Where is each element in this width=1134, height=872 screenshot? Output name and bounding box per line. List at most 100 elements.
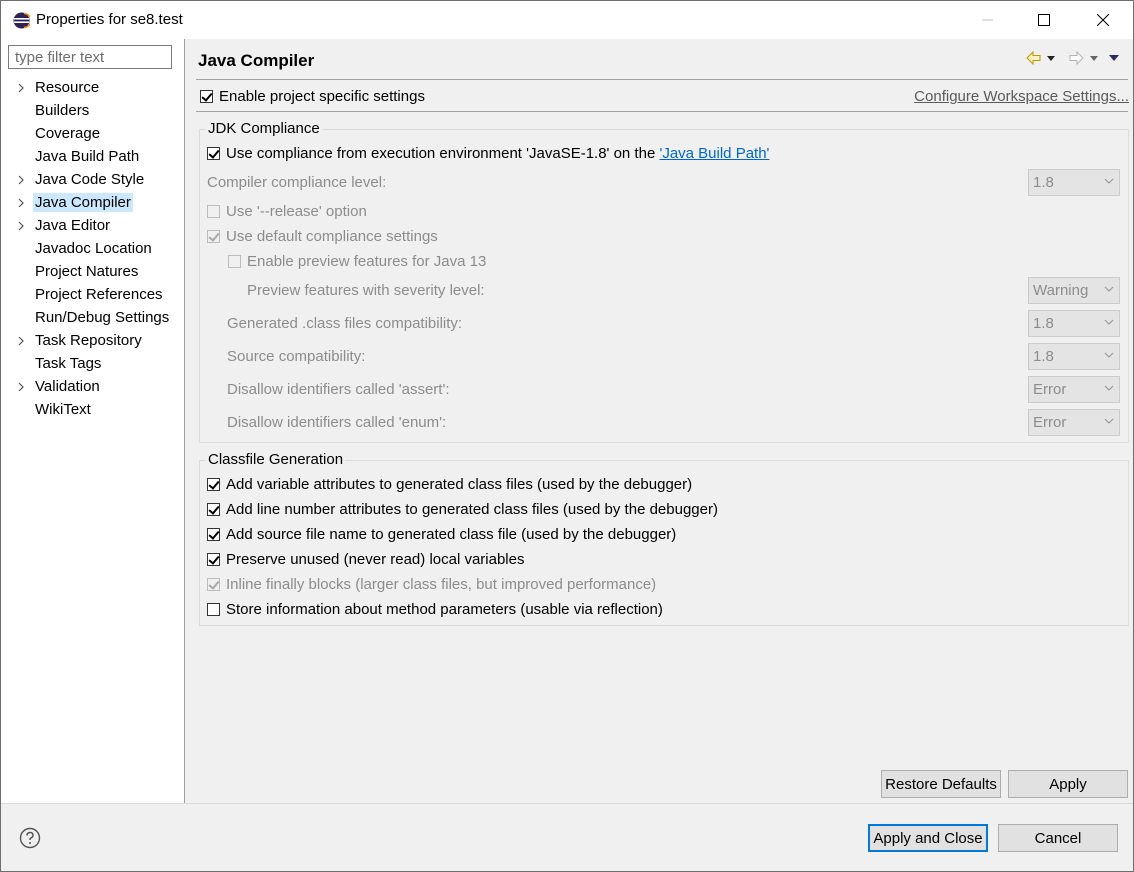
cancel-button[interactable]: Cancel <box>998 824 1118 852</box>
properties-dialog: Properties for se8.test Resource Builder… <box>0 0 1134 872</box>
tree-item-label: Java Editor <box>35 217 111 234</box>
close-button[interactable] <box>1080 1 1126 39</box>
tree-item-label: Project Natures <box>35 263 139 280</box>
java-build-path-link[interactable]: 'Java Build Path' <box>659 145 769 162</box>
configure-workspace-link[interactable]: Configure Workspace Settings... <box>914 88 1129 105</box>
generated-compat-label: Generated .class files compatibility: <box>227 315 463 332</box>
classfile-generation-title: Classfile Generation <box>206 451 346 468</box>
chevron-down-icon <box>1104 286 1114 292</box>
preserve-unused-label: Preserve unused (never read) local varia… <box>226 551 525 568</box>
chevron-down-icon <box>1104 319 1114 325</box>
variable-attributes-label: Add variable attributes to generated cla… <box>226 476 693 493</box>
use-compliance-label: Use compliance from execution environmen… <box>226 145 769 162</box>
enum-identifier-combo[interactable]: Error <box>1028 409 1120 436</box>
filter-input[interactable] <box>8 45 172 69</box>
generated-compat-combo[interactable]: 1.8 <box>1028 310 1120 337</box>
line-number-attributes-label: Add line number attributes to generated … <box>226 501 718 518</box>
tree-item-java-code-style[interactable]: Java Code Style <box>1 169 184 192</box>
navigation-arrows <box>1026 50 1119 66</box>
tree-item-java-compiler[interactable]: Java Compiler <box>1 192 184 215</box>
view-menu-icon[interactable] <box>1109 55 1119 61</box>
preview-severity-label: Preview features with severity level: <box>247 282 485 299</box>
forward-menu-icon[interactable] <box>1090 56 1098 61</box>
chevron-right-icon[interactable] <box>16 336 26 346</box>
enable-preview-checkbox[interactable] <box>228 255 241 268</box>
dialog-footer: Apply and Close Cancel <box>1 803 1133 871</box>
preserve-unused-checkbox[interactable] <box>207 553 220 566</box>
restore-defaults-button[interactable]: Restore Defaults <box>881 770 1001 798</box>
tree-item-label: Run/Debug Settings <box>35 309 170 326</box>
combo-value: Warning <box>1033 282 1089 299</box>
sidebar: Resource Builders Coverage Java Build Pa… <box>1 39 185 803</box>
variable-attributes-checkbox[interactable] <box>207 478 220 491</box>
enum-identifier-label: Disallow identifiers called 'enum': <box>227 414 447 431</box>
tree-item-label: Project References <box>35 286 163 303</box>
combo-value: Error <box>1033 414 1067 431</box>
main-panel: Java Compiler Enable project specific se… <box>185 39 1133 803</box>
close-icon <box>1097 14 1109 26</box>
page-title: Java Compiler <box>198 51 315 70</box>
use-compliance-checkbox[interactable] <box>207 147 220 160</box>
tree-item-task-tags[interactable]: Task Tags <box>1 353 184 376</box>
release-option-checkbox[interactable] <box>207 205 220 218</box>
apply-and-close-button[interactable]: Apply and Close <box>868 824 988 852</box>
chevron-right-icon[interactable] <box>16 83 26 93</box>
tree-item-label: Task Repository <box>35 332 142 349</box>
source-compat-label: Source compatibility: <box>227 348 366 365</box>
chevron-right-icon[interactable] <box>16 221 26 231</box>
tree-item-wikitext[interactable]: WikiText <box>1 399 184 422</box>
tree-item-task-repository[interactable]: Task Repository <box>1 330 184 353</box>
tree-item-label: Validation <box>35 378 100 395</box>
chevron-down-icon <box>1104 178 1114 184</box>
enable-preview-label: Enable preview features for Java 13 <box>247 253 487 270</box>
source-compat-combo[interactable]: 1.8 <box>1028 343 1120 370</box>
jdk-compliance-title: JDK Compliance <box>206 120 322 137</box>
tree-item-project-natures[interactable]: Project Natures <box>1 261 184 284</box>
tree-item-project-references[interactable]: Project References <box>1 284 184 307</box>
tree-item-builders[interactable]: Builders <box>1 100 184 123</box>
title-divider <box>196 79 1128 80</box>
assert-identifier-label: Disallow identifiers called 'assert': <box>227 381 450 398</box>
source-file-name-label: Add source file name to generated class … <box>226 526 677 543</box>
line-number-attributes-checkbox[interactable] <box>207 503 220 516</box>
back-menu-icon[interactable] <box>1047 56 1055 61</box>
method-parameters-label: Store information about method parameter… <box>226 601 663 618</box>
maximize-button[interactable] <box>1021 1 1067 39</box>
help-icon[interactable] <box>19 827 41 849</box>
chevron-right-icon[interactable] <box>16 198 26 208</box>
source-file-name-checkbox[interactable] <box>207 528 220 541</box>
inline-finally-checkbox[interactable] <box>207 578 220 591</box>
preview-severity-combo[interactable]: Warning <box>1028 277 1120 304</box>
assert-identifier-combo[interactable]: Error <box>1028 376 1120 403</box>
tree-item-java-build-path[interactable]: Java Build Path <box>1 146 184 169</box>
back-arrow-icon[interactable] <box>1026 50 1041 66</box>
enable-project-specific-label: Enable project specific settings <box>219 88 425 105</box>
tree-item-javadoc-location[interactable]: Javadoc Location <box>1 238 184 261</box>
tree-item-coverage[interactable]: Coverage <box>1 123 184 146</box>
compiler-compliance-combo[interactable]: 1.8 <box>1028 169 1120 196</box>
eclipse-icon <box>13 12 30 29</box>
chevron-down-icon <box>1104 352 1114 358</box>
tree-item-resource[interactable]: Resource <box>1 77 184 100</box>
tree-item-java-editor[interactable]: Java Editor <box>1 215 184 238</box>
apply-button[interactable]: Apply <box>1008 770 1128 798</box>
minimize-icon <box>982 19 993 21</box>
release-option-label: Use '--release' option <box>226 203 367 220</box>
tree-item-validation[interactable]: Validation <box>1 376 184 399</box>
tree-item-label: WikiText <box>35 401 91 418</box>
tree-item-label: Task Tags <box>35 355 102 372</box>
combo-value: Error <box>1033 381 1067 398</box>
method-parameters-checkbox[interactable] <box>207 603 220 616</box>
enable-project-specific-checkbox[interactable] <box>200 90 213 103</box>
forward-arrow-icon[interactable] <box>1069 50 1084 66</box>
chevron-right-icon[interactable] <box>16 175 26 185</box>
default-compliance-checkbox[interactable] <box>207 230 220 243</box>
tree-item-run-debug-settings[interactable]: Run/Debug Settings <box>1 307 184 330</box>
tree-item-label: Java Code Style <box>35 171 145 188</box>
tree-item-label: Java Build Path <box>35 148 140 165</box>
default-compliance-label: Use default compliance settings <box>226 228 438 245</box>
chevron-right-icon[interactable] <box>16 382 26 392</box>
chevron-down-icon <box>1104 385 1114 391</box>
minimize-button[interactable] <box>965 1 1011 39</box>
chevron-down-icon <box>1104 418 1114 424</box>
